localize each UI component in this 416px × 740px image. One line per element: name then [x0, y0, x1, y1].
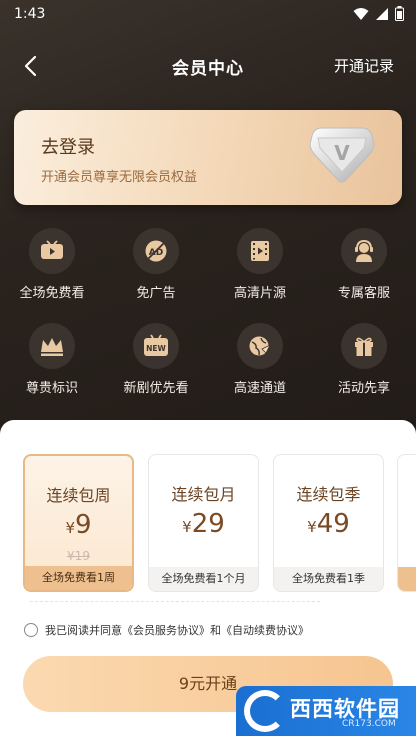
plan-card-more[interactable]: [397, 454, 416, 592]
benefit-item-new-drama-first[interactable]: NEW 新剧优先看: [104, 323, 208, 396]
divider: [30, 601, 320, 609]
plan-price: ¥9: [25, 510, 132, 540]
plan-card-monthly[interactable]: 连续包月 ¥29 全场免费看1个月: [148, 454, 259, 592]
plan-price: ¥29: [149, 509, 258, 539]
plan-currency: ¥: [65, 519, 75, 537]
film-icon: [237, 228, 283, 274]
battery-icon: [395, 6, 404, 21]
no-ad-icon: AD: [133, 228, 179, 274]
plan-footer: [398, 567, 416, 591]
benefit-item-customer-service[interactable]: 专属客服: [312, 228, 416, 301]
plan-list: 连续包周 ¥9 ¥19 全场免费看1周 连续包月 ¥29 全场免费看1个月 连续…: [23, 454, 416, 592]
signal-icon: [375, 7, 389, 21]
status-time: 1:43: [14, 6, 46, 22]
benefit-item-event-first[interactable]: 活动先享: [312, 323, 416, 396]
status-bar: 1:43: [0, 0, 416, 30]
plan-price-value: 29: [191, 509, 225, 539]
plan-currency: ¥: [182, 518, 192, 536]
purchase-history-link[interactable]: 开通记录: [334, 55, 394, 76]
watermark-logo-icon: [244, 690, 286, 732]
new-icon: NEW: [133, 323, 179, 369]
benefit-item-vip-mark[interactable]: 尊贵标识: [0, 323, 104, 396]
benefit-item-high-speed[interactable]: 高速通道: [208, 323, 312, 396]
plan-price: ¥49: [274, 509, 383, 539]
nav-bar: 会员中心 开通记录: [0, 42, 416, 90]
plan-price-value: 49: [316, 509, 350, 539]
plan-footer: 全场免费看1个月: [149, 567, 258, 591]
benefit-label: 免广告: [136, 286, 176, 301]
plan-currency: ¥: [307, 518, 317, 536]
benefit-item-no-ads[interactable]: AD 免广告: [104, 228, 208, 301]
crown-icon: [29, 323, 75, 369]
agreement-prefix: 我已阅读并同意: [45, 624, 122, 637]
site-watermark: 西西软件园 CR173.COM: [236, 686, 416, 736]
auto-renew-agreement-link[interactable]: 《自动续费协议》: [221, 622, 309, 638]
benefit-label: 高清片源: [233, 286, 286, 301]
benefit-label: 尊贵标识: [25, 381, 78, 396]
service-agreement-link[interactable]: 《会员服务协议》: [122, 622, 210, 638]
login-title: 去登录: [41, 137, 95, 158]
plan-card-quarterly[interactable]: 连续包季 ¥49 全场免费看1季: [273, 454, 384, 592]
watermark-subtext: CR173.COM: [342, 719, 396, 729]
tv-icon: [29, 228, 75, 274]
benefits-grid: 全场免费看 AD 免广告 高清片源 专属客服 尊贵标识 NEW 新剧优先看 高速: [0, 228, 416, 396]
benefit-label: 全场免费看: [19, 286, 85, 301]
benefit-label: 新剧优先看: [123, 381, 189, 396]
plan-price-value: 9: [75, 510, 92, 540]
plan-footer: 全场免费看1季: [274, 567, 383, 591]
plan-card-weekly[interactable]: 连续包周 ¥9 ¥19 全场免费看1周: [23, 454, 134, 592]
plan-name: 连续包月: [171, 485, 236, 504]
benefit-label: 活动先享: [337, 381, 390, 396]
benefit-item-hd-source[interactable]: 高清片源: [208, 228, 312, 301]
benefit-label: 专属客服: [337, 286, 390, 301]
customer-service-icon: [341, 228, 387, 274]
status-icons: [353, 6, 404, 21]
benefit-item-free-watch[interactable]: 全场免费看: [0, 228, 104, 301]
benefit-label: 高速通道: [233, 381, 286, 396]
wifi-icon: [353, 7, 369, 21]
svg-text:NEW: NEW: [146, 344, 166, 353]
login-subtitle: 开通会员尊享无限会员权益: [41, 170, 198, 185]
vip-badge-letter: V: [334, 141, 350, 165]
speed-globe-icon: [237, 323, 283, 369]
plan-footer: 全场免费看1周: [25, 566, 132, 590]
agreement-row: 我已阅读并同意 《会员服务协议》 和 《自动续费协议》: [24, 622, 309, 638]
agreement-joiner: 和: [210, 624, 221, 637]
plan-name: 连续包周: [46, 486, 111, 505]
plan-original-price: ¥19: [67, 549, 90, 563]
agreement-radio[interactable]: [24, 623, 38, 637]
plan-name: 连续包季: [296, 485, 361, 504]
login-card[interactable]: 去登录 开通会员尊享无限会员权益 V: [14, 110, 402, 205]
vip-badge-icon: V: [304, 122, 380, 190]
gift-icon: [341, 323, 387, 369]
